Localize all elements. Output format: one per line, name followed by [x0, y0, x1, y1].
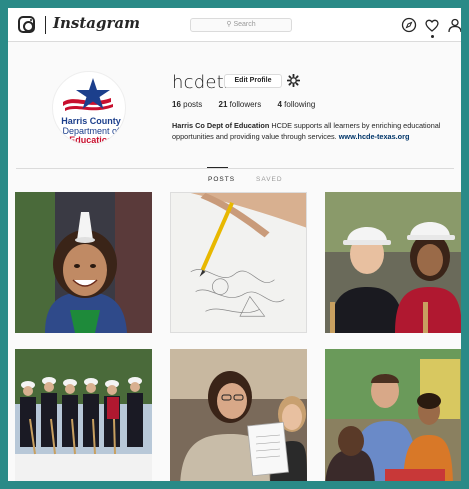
person-icon[interactable] — [447, 17, 461, 33]
notification-dot — [431, 35, 434, 38]
post-hand-drawing[interactable] — [170, 192, 307, 333]
gear-icon[interactable] — [286, 73, 301, 88]
post-classroom-group[interactable] — [325, 349, 461, 481]
posts-count: 16 posts — [172, 100, 203, 109]
compass-icon[interactable] — [401, 17, 417, 33]
search-placeholder: Search — [233, 21, 256, 28]
instagram-wordmark[interactable]: Instagram — [53, 14, 140, 32]
avatar-text-line1: Harris County — [61, 116, 121, 126]
top-nav-bar: Instagram ⚲ Search — [8, 8, 461, 42]
tabs-divider — [16, 168, 454, 169]
edit-profile-button[interactable]: Edit Profile — [224, 74, 282, 88]
following-count[interactable]: 4 following — [277, 100, 315, 109]
post-image — [325, 349, 461, 481]
profile-bio: Harris Co Dept of Education HCDE support… — [172, 120, 454, 142]
bio-name: Harris Co Dept of Education — [172, 121, 270, 130]
search-input[interactable]: ⚲ Search — [190, 18, 292, 32]
profile-avatar[interactable]: Harris County Department of Education — [52, 71, 126, 145]
tab-saved[interactable]: SAVED — [256, 176, 283, 183]
post-image — [15, 192, 152, 333]
post-image — [15, 349, 152, 481]
bio-link[interactable]: www.hcde-texas.org — [339, 132, 410, 141]
instagram-camera-icon[interactable] — [18, 16, 35, 33]
followers-count[interactable]: 21 followers — [219, 100, 262, 109]
profile-stats: 16 posts 21 followers 4 following — [172, 100, 329, 109]
logo-divider — [45, 16, 46, 34]
tab-posts[interactable]: POSTS — [208, 176, 235, 183]
post-girl-smiling[interactable] — [15, 192, 152, 333]
active-tab-indicator — [207, 167, 228, 168]
heart-icon[interactable] — [424, 17, 440, 33]
app-window: Instagram ⚲ Search Harris County Departme… — [8, 8, 461, 481]
post-image — [170, 349, 307, 481]
post-women-hardhats[interactable] — [325, 192, 461, 333]
post-groundbreaking[interactable] — [15, 349, 152, 481]
search-icon: ⚲ — [226, 21, 232, 28]
avatar-text-line3: Education — [69, 135, 113, 145]
post-image — [171, 193, 306, 332]
post-image — [325, 192, 461, 333]
post-woman-showing-booklet[interactable] — [170, 349, 307, 481]
